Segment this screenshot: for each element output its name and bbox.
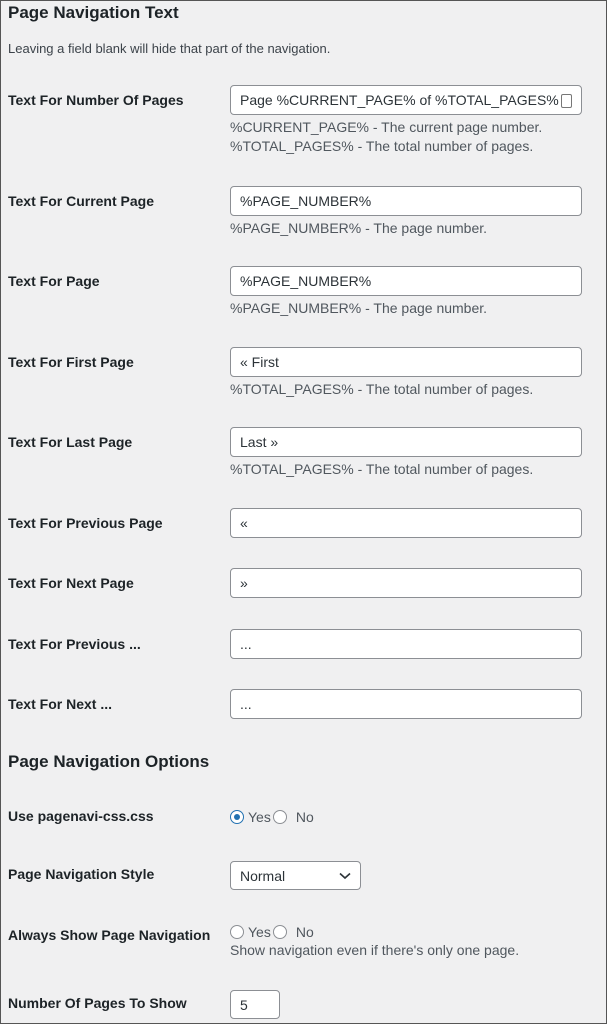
field-value: » xyxy=(240,575,248,591)
field-input[interactable]: Page %CURRENT_PAGE% of %TOTAL_PAGES% xyxy=(230,85,582,115)
style-label: Page Navigation Style xyxy=(8,866,155,882)
field-input[interactable]: ... xyxy=(230,629,582,659)
field-label: Text For Current Page xyxy=(8,193,154,209)
field-input[interactable]: « xyxy=(230,508,582,538)
section-title-options: Page Navigation Options xyxy=(8,752,210,771)
field-description: %TOTAL_PAGES% - The total number of page… xyxy=(230,381,534,397)
field-label: Text For Last Page xyxy=(8,434,133,450)
field-value: ... xyxy=(240,636,252,652)
num-pages-label: Number Of Pages To Show xyxy=(8,995,187,1011)
password-manager-icon[interactable] xyxy=(561,94,572,108)
use-css-yes-radio[interactable] xyxy=(230,809,244,824)
yes-label: Yes xyxy=(248,923,271,940)
field-description: %TOTAL_PAGES% - The total number of page… xyxy=(230,461,534,477)
field-value: « xyxy=(240,515,248,531)
field-label: Text For Next ... xyxy=(8,696,112,712)
field-label: Text For Page xyxy=(8,273,100,289)
field-input[interactable]: ... xyxy=(230,689,582,719)
field-input[interactable]: %PAGE_NUMBER% xyxy=(230,186,582,216)
always-show-desc: Show navigation even if there's only one… xyxy=(230,942,520,958)
field-label: Text For Next Page xyxy=(8,575,134,591)
style-select[interactable]: Normal xyxy=(230,861,361,890)
field-value: « First xyxy=(240,354,279,370)
field-value: Last » xyxy=(240,434,279,450)
field-value: ... xyxy=(240,696,252,712)
chevron-down-icon xyxy=(339,872,351,880)
field-label: Text For Previous ... xyxy=(8,636,141,652)
always-show-label: Always Show Page Navigation xyxy=(8,927,211,943)
field-label: Text For First Page xyxy=(8,354,134,370)
field-value: %PAGE_NUMBER% xyxy=(240,193,372,209)
num-pages-input[interactable]: 5 xyxy=(230,990,280,1019)
field-label: Text For Number Of Pages xyxy=(8,92,184,108)
use-css-label: Use pagenavi-css.css xyxy=(8,808,154,824)
field-description: %CURRENT_PAGE% - The current page number… xyxy=(230,119,543,135)
field-input[interactable]: » xyxy=(230,568,582,598)
field-value: %PAGE_NUMBER% xyxy=(240,273,372,289)
field-input[interactable]: « First xyxy=(230,347,582,377)
always-show-yes-radio[interactable] xyxy=(230,924,244,939)
no-label: No xyxy=(295,808,314,825)
use-css-no-radio[interactable] xyxy=(272,809,287,824)
field-description: %PAGE_NUMBER% - The page number. xyxy=(230,220,488,236)
no-label: No xyxy=(295,923,314,940)
field-label: Text For Previous Page xyxy=(8,515,163,531)
always-show-radio-group: Yes No xyxy=(230,923,316,941)
section-note: Leaving a field blank will hide that par… xyxy=(8,41,331,56)
field-description: %TOTAL_PAGES% - The total number of page… xyxy=(230,138,534,154)
field-input[interactable]: %PAGE_NUMBER% xyxy=(230,266,582,296)
always-show-no-radio[interactable] xyxy=(272,924,287,939)
style-select-value: Normal xyxy=(240,868,286,884)
field-input[interactable]: Last » xyxy=(230,427,582,457)
use-css-radio-group: Yes No xyxy=(230,808,316,826)
section-title-text: Page Navigation Text xyxy=(8,3,179,22)
yes-label: Yes xyxy=(248,808,271,825)
field-value: Page %CURRENT_PAGE% of %TOTAL_PAGES% xyxy=(240,92,559,108)
field-description: %PAGE_NUMBER% - The page number. xyxy=(230,300,488,316)
